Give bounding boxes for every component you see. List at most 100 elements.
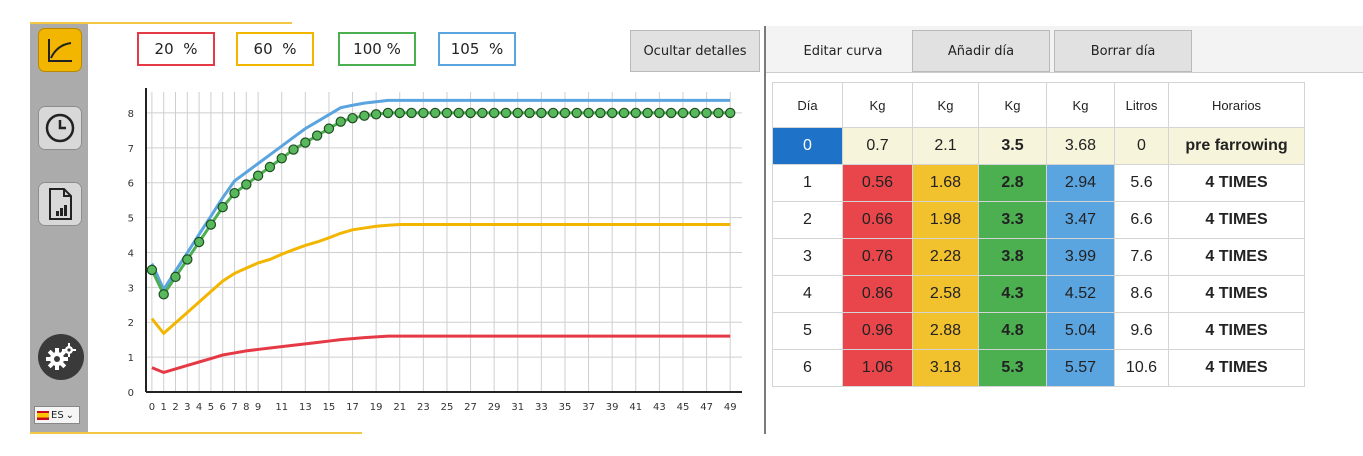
cell-kg-60[interactable]: 2.88	[912, 312, 979, 350]
x-tick-label: 11	[275, 402, 288, 413]
cell-kg-100[interactable]: 5.3	[978, 349, 1047, 387]
cell-schedule[interactable]: 4 TIMES	[1168, 349, 1305, 387]
cell-day[interactable]: 1	[772, 164, 843, 202]
filter-60-percent[interactable]: 60 %	[236, 32, 314, 66]
cell-kg-60[interactable]: 2.28	[912, 238, 979, 276]
hide-details-button[interactable]: Ocultar detalles	[630, 30, 760, 72]
series-point	[406, 107, 417, 119]
cell-kg-100[interactable]: 2.8	[978, 164, 1047, 202]
series-point	[418, 107, 429, 119]
x-tick-label: 23	[417, 402, 430, 413]
series-point	[606, 107, 618, 119]
column-header-schedule[interactable]: Horarios	[1168, 82, 1305, 128]
series-point	[158, 289, 169, 300]
table-header-row: Día Kg Kg Kg Kg Litros Horarios	[772, 82, 1305, 128]
cell-day[interactable]: 4	[772, 275, 843, 313]
cell-kg-20[interactable]: 1.06	[842, 349, 913, 387]
series-point	[724, 107, 736, 119]
cell-liters[interactable]: 9.6	[1114, 312, 1169, 350]
cell-kg-105[interactable]: 4.52	[1046, 275, 1115, 313]
history-button[interactable]	[38, 106, 82, 150]
cell-kg-105[interactable]: 5.04	[1046, 312, 1115, 350]
cell-liters[interactable]: 8.6	[1114, 275, 1169, 313]
x-tick-label: 8	[243, 402, 249, 413]
cell-schedule[interactable]: 4 TIMES	[1168, 164, 1305, 202]
column-header-kg-100[interactable]: Kg	[978, 82, 1047, 128]
cell-kg-100[interactable]: 3.3	[978, 201, 1047, 239]
column-header-kg-20[interactable]: Kg	[842, 82, 913, 128]
filter-value: 100	[353, 40, 382, 58]
cell-schedule[interactable]: pre farrowing	[1168, 127, 1305, 165]
table-row[interactable]: 2 0.66 1.98 3.3 3.47 6.6 4 TIMES	[772, 201, 1305, 239]
column-header-liters[interactable]: Litros	[1114, 82, 1169, 128]
cell-day[interactable]: 6	[772, 349, 843, 387]
report-button[interactable]	[38, 182, 82, 226]
filter-100-percent[interactable]: 100 %	[338, 32, 416, 66]
cell-kg-100[interactable]: 4.3	[978, 275, 1047, 313]
series-point	[335, 116, 346, 127]
add-day-label: Añadir día	[947, 43, 1015, 59]
cell-day[interactable]: 2	[772, 201, 843, 239]
settings-button[interactable]	[38, 334, 84, 380]
cell-liters[interactable]: 7.6	[1114, 238, 1169, 276]
cell-kg-105[interactable]: 2.94	[1046, 164, 1115, 202]
x-tick-label: 19	[370, 402, 383, 413]
cell-kg-20[interactable]: 0.66	[842, 201, 913, 239]
cell-kg-105[interactable]: 5.57	[1046, 349, 1115, 387]
series-point	[276, 153, 287, 164]
cell-liters[interactable]: 6.6	[1114, 201, 1169, 239]
series-point	[217, 201, 228, 213]
cell-schedule[interactable]: 4 TIMES	[1168, 238, 1305, 276]
column-header-kg-60[interactable]: Kg	[912, 82, 979, 128]
table-row[interactable]: 4 0.86 2.58 4.3 4.52 8.6 4 TIMES	[772, 275, 1305, 313]
series-point	[713, 107, 724, 119]
cell-kg-60[interactable]: 1.68	[912, 164, 979, 202]
cell-day[interactable]: 0	[772, 127, 843, 165]
cell-kg-105[interactable]: 3.47	[1046, 201, 1115, 239]
cell-kg-20[interactable]: 0.86	[842, 275, 913, 313]
cell-kg-100[interactable]: 4.8	[978, 312, 1047, 350]
delete-day-button[interactable]: Borrar día	[1054, 30, 1192, 72]
x-tick-label: 45	[677, 402, 690, 413]
add-day-button[interactable]: Añadir día	[912, 30, 1050, 72]
column-header-day[interactable]: Día	[772, 82, 843, 128]
y-tick-label: 1	[128, 353, 134, 364]
cell-kg-20[interactable]: 0.7	[842, 127, 913, 165]
cell-day[interactable]: 3	[772, 238, 843, 276]
cell-kg-100[interactable]: 3.8	[978, 238, 1047, 276]
cell-kg-105[interactable]: 3.68	[1046, 127, 1115, 165]
filter-105-percent[interactable]: 105 %	[438, 32, 516, 66]
language-select[interactable]: ES ⌄	[34, 406, 80, 424]
cell-day[interactable]: 5	[772, 312, 843, 350]
curve-chart-button[interactable]	[38, 28, 82, 72]
y-tick-label: 5	[128, 214, 134, 225]
series-point	[382, 107, 394, 119]
column-header-kg-105[interactable]: Kg	[1046, 82, 1115, 128]
cell-liters[interactable]: 5.6	[1114, 164, 1169, 202]
series-point	[370, 109, 382, 120]
cell-kg-20[interactable]: 0.56	[842, 164, 913, 202]
x-tick-label: 41	[629, 402, 642, 413]
cell-schedule[interactable]: 4 TIMES	[1168, 201, 1305, 239]
cell-kg-20[interactable]: 0.76	[842, 238, 913, 276]
x-tick-label: 9	[255, 402, 261, 413]
table-row[interactable]: 5 0.96 2.88 4.8 5.04 9.6 4 TIMES	[772, 312, 1305, 350]
cell-kg-60[interactable]: 3.18	[912, 349, 979, 387]
cell-schedule[interactable]: 4 TIMES	[1168, 275, 1305, 313]
table-row[interactable]: 1 0.56 1.68 2.8 2.94 5.6 4 TIMES	[772, 164, 1305, 202]
table-row[interactable]: 3 0.76 2.28 3.8 3.99 7.6 4 TIMES	[772, 238, 1305, 276]
series-point	[677, 107, 689, 119]
filter-20-percent[interactable]: 20 %	[137, 32, 215, 66]
cell-kg-105[interactable]: 3.99	[1046, 238, 1115, 276]
table-row[interactable]: 0 0.7 2.1 3.5 3.68 0 pre farrowing	[772, 127, 1305, 165]
cell-kg-60[interactable]: 1.98	[912, 201, 979, 239]
cell-kg-100[interactable]: 3.5	[978, 127, 1047, 165]
cell-kg-60[interactable]: 2.58	[912, 275, 979, 313]
cell-liters[interactable]: 0	[1114, 127, 1169, 165]
edit-curve-button[interactable]: Editar curva	[776, 30, 910, 72]
table-row[interactable]: 6 1.06 3.18 5.3 5.57 10.6 4 TIMES	[772, 349, 1305, 387]
cell-schedule[interactable]: 4 TIMES	[1168, 312, 1305, 350]
cell-kg-20[interactable]: 0.96	[842, 312, 913, 350]
cell-liters[interactable]: 10.6	[1114, 349, 1169, 387]
cell-kg-60[interactable]: 2.1	[912, 127, 979, 165]
